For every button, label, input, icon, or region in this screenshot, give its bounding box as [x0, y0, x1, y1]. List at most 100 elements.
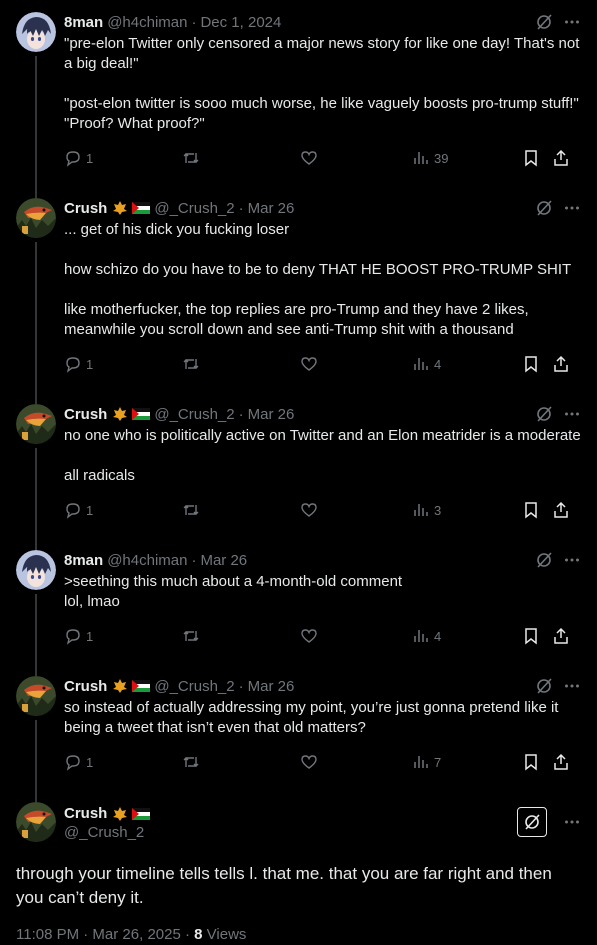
- share-button[interactable]: [552, 753, 570, 771]
- grok-icon[interactable]: [535, 677, 553, 695]
- author-name[interactable]: Crush: [64, 200, 107, 217]
- share-button[interactable]: [552, 627, 570, 645]
- views-chart-icon: [414, 756, 428, 768]
- author-name[interactable]: Crush: [64, 678, 107, 695]
- tweet-date[interactable]: Mar 26: [200, 552, 247, 569]
- tweet-date[interactable]: Dec 1, 2024: [200, 14, 281, 31]
- action-bar: 1 4: [64, 618, 581, 654]
- retweet-button[interactable]: [182, 753, 300, 771]
- like-button[interactable]: [300, 149, 412, 167]
- focused-tweet-header: Crush @_Crush_2: [16, 802, 581, 842]
- conversation-thread: 8man @h4chiman · Dec 1, 2024 "pre-elon T…: [0, 0, 597, 943]
- author-name[interactable]: 8man: [64, 14, 103, 31]
- anime-avatar[interactable]: [16, 12, 56, 52]
- grok-icon[interactable]: [535, 13, 553, 31]
- more-icon[interactable]: [563, 13, 581, 31]
- anime-avatar[interactable]: [16, 550, 56, 590]
- retweet-button[interactable]: [182, 627, 300, 645]
- share-icon: [554, 753, 568, 770]
- views-button[interactable]: 4: [412, 627, 522, 645]
- more-icon[interactable]: [563, 813, 581, 831]
- tweet-date[interactable]: Mar 26: [248, 200, 295, 217]
- views-chart-icon: [414, 504, 428, 516]
- tweet-header: Crush @_Crush_2 · Mar 26: [64, 676, 581, 696]
- bookmark-button[interactable]: [522, 501, 552, 519]
- tweet-date[interactable]: Mar 26: [248, 678, 295, 695]
- author-handle[interactable]: @_Crush_2: [64, 824, 150, 841]
- share-button[interactable]: [552, 501, 570, 519]
- view-count: 4: [434, 356, 442, 372]
- share-icon: [554, 149, 568, 166]
- author-handle[interactable]: @_Crush_2: [154, 200, 234, 217]
- tweet-date[interactable]: Mar 26: [248, 406, 295, 423]
- views-button[interactable]: 7: [412, 753, 522, 771]
- author-handle[interactable]: @_Crush_2: [154, 406, 234, 423]
- views-button[interactable]: 39: [412, 149, 522, 167]
- separator-dot: ·: [238, 677, 244, 695]
- retweet-button[interactable]: [182, 355, 300, 373]
- more-icon[interactable]: [563, 199, 581, 217]
- more-icon[interactable]: [563, 405, 581, 423]
- tweet-header: 8man @h4chiman · Mar 26: [64, 550, 581, 570]
- bookmark-button[interactable]: [522, 627, 552, 645]
- bookmark-button[interactable]: [522, 355, 552, 373]
- action-bar: 1 7: [64, 744, 581, 780]
- header-icons: [535, 677, 581, 695]
- author-name[interactable]: 8man: [64, 552, 103, 569]
- action-bar: 1 4: [64, 346, 581, 382]
- grok-icon[interactable]: [535, 551, 553, 569]
- author-handle[interactable]: @_Crush_2: [154, 678, 234, 695]
- like-button[interactable]: [300, 501, 412, 519]
- reply-button[interactable]: 1: [64, 627, 182, 645]
- like-button[interactable]: [300, 627, 412, 645]
- grok-icon[interactable]: [535, 199, 553, 217]
- thread-line: [35, 720, 37, 802]
- share-button[interactable]: [552, 355, 570, 373]
- author-name[interactable]: Crush: [64, 805, 107, 822]
- retweet-button[interactable]: [182, 149, 300, 167]
- tweet-timestamp[interactable]: 11:08 PM · Mar 26, 2025: [16, 926, 181, 943]
- reply-tweet[interactable]: 8man @h4chiman · Dec 1, 2024 "pre-elon T…: [0, 0, 597, 198]
- views-button[interactable]: 4: [412, 355, 522, 373]
- bird-avatar[interactable]: [16, 198, 56, 238]
- reply-button[interactable]: 1: [64, 149, 182, 167]
- view-count: 39: [434, 150, 449, 166]
- bookmark-icon: [525, 628, 537, 645]
- like-button[interactable]: [300, 355, 412, 373]
- author-handle[interactable]: @h4chiman: [107, 14, 187, 31]
- heart-icon: [301, 357, 317, 371]
- tweet-left-column: [16, 404, 56, 550]
- reply-button[interactable]: 1: [64, 753, 182, 771]
- more-icon[interactable]: [563, 551, 581, 569]
- bookmark-button[interactable]: [522, 149, 552, 167]
- grok-icon[interactable]: [535, 405, 553, 423]
- bird-avatar[interactable]: [16, 404, 56, 444]
- reply-tweet[interactable]: Crush @_Crush_2 · Mar 26 no one who is p…: [0, 392, 597, 550]
- grok-button[interactable]: [517, 807, 547, 837]
- author-name[interactable]: Crush: [64, 406, 107, 423]
- views-count: 8: [194, 926, 203, 943]
- tweet-header: Crush @_Crush_2 · Mar 26: [64, 198, 581, 218]
- bird-avatar[interactable]: [16, 676, 56, 716]
- action-bar: 1 39: [64, 140, 581, 176]
- reply-button[interactable]: 1: [64, 355, 182, 373]
- focused-tweet: Crush @_Crush_2 through your timeline te…: [0, 790, 597, 943]
- author-handle[interactable]: @h4chiman: [107, 552, 187, 569]
- share-button[interactable]: [552, 149, 570, 167]
- reply-tweet[interactable]: Crush @_Crush_2 · Mar 26 so instead of a…: [0, 664, 597, 802]
- reply-button[interactable]: 1: [64, 501, 182, 519]
- tweet-left-column: [16, 12, 56, 198]
- tweet-left-column: [16, 198, 56, 404]
- reply-tweet[interactable]: Crush @_Crush_2 · Mar 26 ... get of his …: [0, 186, 597, 404]
- more-icon[interactable]: [563, 677, 581, 695]
- views-button[interactable]: 3: [412, 501, 522, 519]
- reply-tweet[interactable]: 8man @h4chiman · Mar 26 >seething this m…: [0, 538, 597, 676]
- bookmark-icon: [525, 356, 537, 373]
- bird-avatar[interactable]: [16, 802, 56, 842]
- bookmark-button[interactable]: [522, 753, 552, 771]
- like-button[interactable]: [300, 753, 412, 771]
- retweet-button[interactable]: [182, 501, 300, 519]
- tweet-left-column: [16, 550, 56, 676]
- separator-dot: ·: [238, 199, 244, 217]
